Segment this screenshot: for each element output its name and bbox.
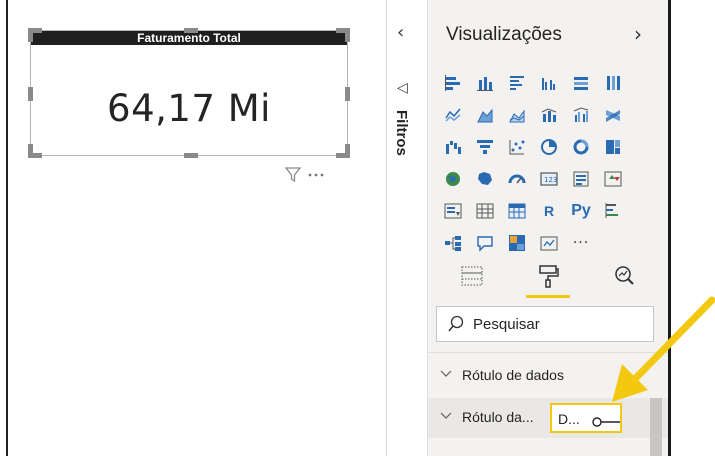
ribbon-chart-icon[interactable] bbox=[602, 104, 624, 126]
expand-filters-icon[interactable]: ◁ bbox=[397, 80, 408, 96]
visualizations-title: Visualizações bbox=[446, 24, 562, 45]
card-value: 64,17 Mi bbox=[107, 87, 271, 130]
resize-handle[interactable] bbox=[345, 144, 350, 158]
paginated-icon[interactable] bbox=[538, 232, 560, 254]
toggle-state-label: D... bbox=[558, 411, 580, 427]
filled-map-icon[interactable] bbox=[474, 168, 496, 190]
filters-pane: ‹ ◁ Filtros bbox=[387, 0, 427, 456]
chevron-down-icon bbox=[440, 368, 452, 382]
resize-handle[interactable] bbox=[28, 87, 33, 101]
kpi-icon[interactable] bbox=[602, 168, 624, 190]
key-influencers-icon[interactable] bbox=[602, 200, 624, 222]
card-toolbar-icons bbox=[284, 167, 324, 183]
chevron-left-icon[interactable]: ‹ bbox=[397, 22, 404, 43]
line-column-icon[interactable] bbox=[538, 104, 560, 126]
active-tab-indicator bbox=[526, 295, 570, 298]
filter-icon[interactable] bbox=[284, 167, 302, 183]
section-label: Rótulo da... bbox=[462, 409, 534, 425]
toggle-switch-off-icon[interactable] bbox=[592, 417, 622, 427]
pane-tabs bbox=[458, 262, 634, 298]
resize-handle[interactable] bbox=[345, 28, 350, 42]
resize-handle[interactable] bbox=[28, 28, 33, 42]
fields-tab-icon[interactable] bbox=[458, 262, 486, 290]
chevron-right-icon[interactable]: › bbox=[634, 22, 642, 46]
donut-icon[interactable] bbox=[570, 136, 592, 158]
slicer-icon[interactable] bbox=[442, 200, 464, 222]
card-title: Faturamento Total bbox=[31, 31, 347, 45]
search-icon bbox=[448, 315, 464, 332]
stacked-bar-icon[interactable] bbox=[442, 72, 464, 94]
decomposition-tree-icon[interactable] bbox=[442, 232, 464, 254]
card-icon[interactable]: 123 bbox=[538, 168, 560, 190]
section-data-labels[interactable]: Rótulo de dados bbox=[428, 356, 668, 396]
qna-icon[interactable] bbox=[474, 232, 496, 254]
line-clustered-column-icon[interactable] bbox=[570, 104, 592, 126]
stacked-column-icon[interactable] bbox=[474, 72, 496, 94]
funnel-icon[interactable] bbox=[474, 136, 496, 158]
chevron-down-icon bbox=[440, 410, 452, 424]
section-label: Rótulo de dados bbox=[462, 367, 564, 383]
search-placeholder: Pesquisar bbox=[473, 316, 540, 333]
r-visual-icon[interactable]: R bbox=[538, 200, 560, 222]
stacked-area-icon[interactable] bbox=[506, 104, 528, 126]
table-icon[interactable] bbox=[474, 200, 496, 222]
report-canvas: Faturamento Total 64,17 Mi bbox=[8, 0, 388, 456]
multirow-card-icon[interactable] bbox=[570, 168, 592, 190]
search-input[interactable]: Pesquisar bbox=[436, 306, 654, 342]
more-icon[interactable]: ··· bbox=[570, 232, 592, 254]
area-chart-icon[interactable] bbox=[474, 104, 496, 126]
gauge-icon[interactable] bbox=[506, 168, 528, 190]
map-icon[interactable] bbox=[442, 168, 464, 190]
pane-scrollbar[interactable] bbox=[650, 398, 662, 456]
analytics-magnifier-icon[interactable] bbox=[610, 262, 638, 290]
section-category-label[interactable]: Rótulo da... D... bbox=[428, 398, 668, 438]
format-paint-roller-icon[interactable] bbox=[534, 262, 562, 290]
clustered-column-icon[interactable] bbox=[538, 72, 560, 94]
treemap-icon[interactable] bbox=[602, 136, 624, 158]
resize-handle[interactable] bbox=[28, 144, 33, 158]
svg-text:123: 123 bbox=[544, 176, 557, 184]
python-visual-icon[interactable]: Py bbox=[570, 200, 592, 222]
100-bar-icon[interactable] bbox=[570, 72, 592, 94]
pie-icon[interactable] bbox=[538, 136, 560, 158]
card-toolbar bbox=[284, 164, 354, 184]
resize-handle[interactable] bbox=[184, 153, 198, 158]
line-chart-icon[interactable] bbox=[442, 104, 464, 126]
separator bbox=[428, 352, 668, 353]
visualizations-pane: Visualizações › 123 R Py ··· Pesquisar R… bbox=[427, 0, 668, 456]
card-visual[interactable]: Faturamento Total 64,17 Mi bbox=[28, 28, 350, 158]
more-options-icon[interactable] bbox=[308, 173, 324, 177]
100-column-icon[interactable] bbox=[602, 72, 624, 94]
clustered-bar-icon[interactable] bbox=[506, 72, 528, 94]
toggle-highlight-box: D... bbox=[550, 403, 622, 433]
waterfall-icon[interactable] bbox=[442, 136, 464, 158]
resize-handle[interactable] bbox=[345, 87, 350, 101]
smart-narrative-icon[interactable] bbox=[506, 232, 528, 254]
resize-handle[interactable] bbox=[184, 28, 198, 33]
filters-label[interactable]: Filtros bbox=[393, 110, 410, 156]
scatter-icon[interactable] bbox=[506, 136, 528, 158]
matrix-icon[interactable] bbox=[506, 200, 528, 222]
